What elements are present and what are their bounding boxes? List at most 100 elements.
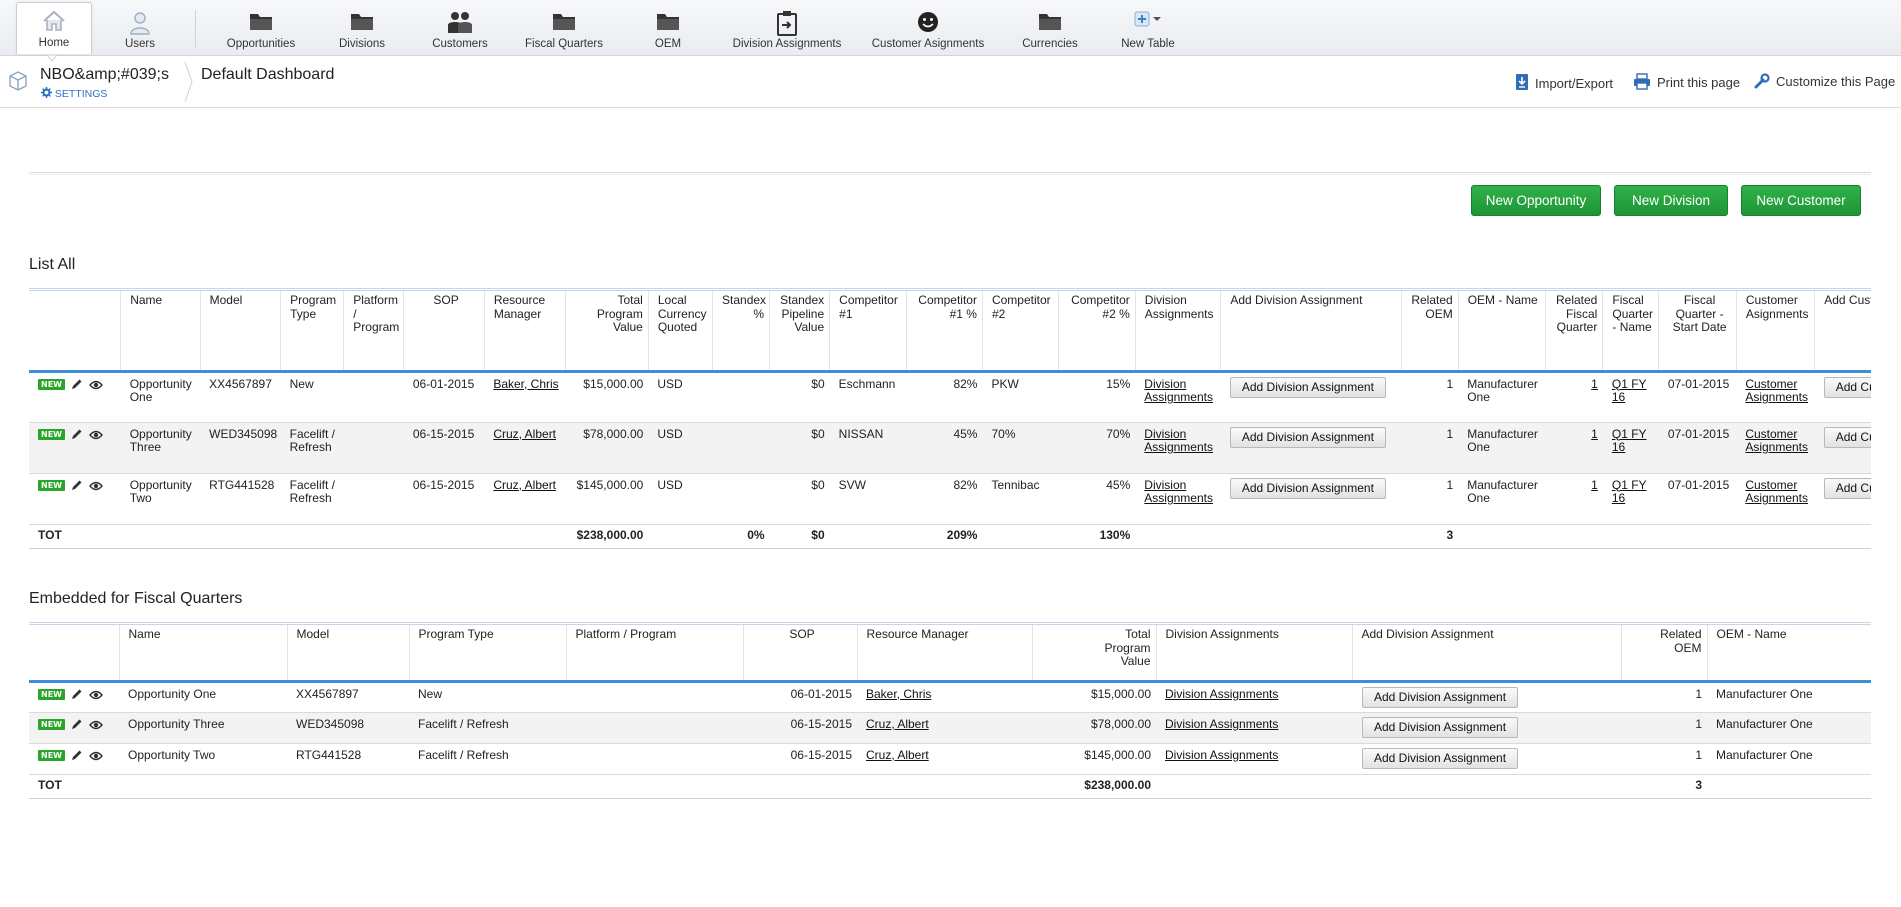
edit-icon[interactable] [71, 688, 83, 700]
add-division-assignment-button[interactable]: Add Division Assignment [1362, 716, 1519, 738]
view-icon[interactable] [89, 380, 103, 390]
add-division-assignment-button[interactable]: Add Division Assignment [1229, 477, 1386, 499]
edit-icon[interactable] [71, 378, 83, 390]
nav-opportunities[interactable]: Opportunities [216, 6, 306, 54]
cell-related-fq[interactable]: 1 [1545, 371, 1603, 423]
column-header[interactable]: Program Type [280, 291, 344, 373]
cell-division-assignments[interactable]: Division Assignments [1135, 422, 1221, 474]
column-header[interactable]: OEM - Name [1457, 291, 1546, 373]
cell-related-fq[interactable]: 1 [1545, 422, 1603, 474]
edit-icon[interactable] [71, 718, 83, 730]
cell-division-assignments[interactable]: Division Assignments [1156, 743, 1352, 775]
related-fq-link[interactable]: 1 [1591, 478, 1598, 492]
new-customer-button[interactable]: New Customer [1741, 185, 1861, 216]
cell-related-fq[interactable]: 1 [1545, 473, 1603, 525]
division-assignments-link[interactable]: Division Assignments [1165, 687, 1278, 701]
nav-customer-asignments[interactable]: Customer Asignments [868, 6, 988, 54]
cell-customer-asignments[interactable]: Customer Asignments [1736, 422, 1815, 474]
cell-resource-manager[interactable]: Baker, Chris [857, 681, 1032, 713]
nav-oem[interactable]: OEM [628, 6, 708, 54]
nav-division-assignments[interactable]: Division Assignments [726, 6, 848, 54]
view-icon[interactable] [89, 481, 103, 491]
add-customer-button[interactable]: Add Custom [1823, 477, 1871, 499]
nav-currencies[interactable]: Currencies [1008, 6, 1092, 54]
division-assignments-link[interactable]: Division Assignments [1165, 748, 1278, 762]
cell-division-assignments[interactable]: Division Assignments [1156, 681, 1352, 713]
column-header[interactable]: Related OEM [1400, 291, 1459, 373]
import-export-link[interactable]: Import/Export [1515, 73, 1613, 91]
column-header[interactable]: Fiscal Quarter - Name [1602, 291, 1659, 373]
nav-home[interactable]: Home [16, 2, 92, 54]
cell-division-assignments[interactable]: Division Assignments [1135, 473, 1221, 525]
column-header[interactable]: Related OEM [1620, 625, 1707, 683]
settings-link[interactable]: SETTINGS [41, 87, 107, 100]
cell-division-assignments[interactable]: Division Assignments [1135, 371, 1221, 423]
add-division-assignment-button[interactable]: Add Division Assignment [1229, 426, 1386, 448]
column-header[interactable]: Platform / Program [565, 625, 743, 683]
division-assignments-link[interactable]: Division Assignments [1144, 377, 1213, 405]
edit-icon[interactable] [71, 479, 83, 491]
fq-name-link[interactable]: Q1 FY 16 [1612, 377, 1647, 405]
nav-customers[interactable]: Customers [420, 6, 500, 54]
resource-manager-link[interactable]: Cruz, Albert [493, 478, 556, 492]
cell-resource-manager[interactable]: Cruz, Albert [857, 712, 1032, 744]
add-division-assignment-button[interactable]: Add Division Assignment [1362, 747, 1519, 769]
cell-resource-manager[interactable]: Cruz, Albert [857, 743, 1032, 775]
new-division-button[interactable]: New Division [1614, 185, 1728, 216]
column-header[interactable]: Add Customer [1814, 291, 1871, 373]
customer-asignments-link[interactable]: Customer Asignments [1745, 478, 1808, 506]
column-header[interactable]: Model [199, 291, 281, 373]
column-header[interactable]: Add Division Assignment [1220, 291, 1402, 373]
column-header[interactable]: Resource Manager [483, 291, 566, 373]
cell-customer-asignments[interactable]: Customer Asignments [1736, 371, 1815, 423]
column-header[interactable]: Local Currency Quoted [647, 291, 713, 373]
related-fq-link[interactable]: 1 [1591, 377, 1598, 391]
cell-customer-asignments[interactable]: Customer Asignments [1736, 473, 1815, 525]
column-header[interactable]: Standex Pipeline Value [769, 291, 830, 373]
column-header[interactable]: Resource Manager [856, 625, 1032, 683]
column-header[interactable]: OEM - Name [1706, 625, 1871, 683]
column-header[interactable]: Division Assignments [1155, 625, 1352, 683]
resource-manager-link[interactable]: Cruz, Albert [493, 427, 556, 441]
division-assignments-link[interactable]: Division Assignments [1144, 427, 1213, 455]
column-header[interactable]: SOP [742, 625, 857, 683]
column-header[interactable]: Fiscal Quarter - Start Date [1658, 291, 1737, 373]
view-icon[interactable] [89, 430, 103, 440]
view-icon[interactable] [89, 720, 103, 730]
column-header[interactable]: Program Type [408, 625, 566, 683]
fq-name-link[interactable]: Q1 FY 16 [1612, 478, 1647, 506]
nav-fiscal-quarters[interactable]: Fiscal Quarters [518, 6, 610, 54]
column-header[interactable]: Competitor #1 [829, 291, 907, 373]
division-assignments-link[interactable]: Division Assignments [1144, 478, 1213, 506]
customize-page-link[interactable]: Customize this Page [1754, 73, 1895, 89]
related-fq-link[interactable]: 1 [1591, 427, 1598, 441]
column-header[interactable]: Competitor #1 % [905, 291, 983, 373]
column-header[interactable]: Name [120, 291, 201, 373]
column-header[interactable]: Total Program Value [1031, 625, 1156, 683]
cell-resource-manager[interactable]: Cruz, Albert [484, 473, 566, 525]
new-opportunity-button[interactable]: New Opportunity [1471, 185, 1601, 216]
add-division-assignment-button[interactable]: Add Division Assignment [1362, 686, 1519, 708]
add-division-assignment-button[interactable]: Add Division Assignment [1229, 376, 1386, 398]
column-header[interactable]: Model [286, 625, 409, 683]
column-header[interactable]: Name [118, 625, 287, 683]
cell-division-assignments[interactable]: Division Assignments [1156, 712, 1352, 744]
resource-manager-link[interactable]: Baker, Chris [493, 377, 558, 391]
resource-manager-link[interactable]: Cruz, Albert [866, 717, 929, 731]
column-header[interactable]: Division Assignments [1134, 291, 1221, 373]
column-header[interactable]: Competitor #2 % [1058, 291, 1136, 373]
customer-asignments-link[interactable]: Customer Asignments [1745, 427, 1808, 455]
column-header[interactable]: Standex % [712, 291, 770, 373]
column-header[interactable]: Platform / Program [343, 291, 404, 373]
edit-icon[interactable] [71, 749, 83, 761]
view-icon[interactable] [89, 690, 103, 700]
column-header[interactable]: Total Program Value [565, 291, 649, 373]
nav-new-table[interactable]: New Table [1108, 6, 1188, 54]
edit-icon[interactable] [71, 428, 83, 440]
column-header[interactable]: Add Division Assignment [1351, 625, 1621, 683]
nav-divisions[interactable]: Divisions [322, 6, 402, 54]
fq-name-link[interactable]: Q1 FY 16 [1612, 427, 1647, 455]
print-page-link[interactable]: Print this page [1633, 73, 1740, 90]
cell-resource-manager[interactable]: Cruz, Albert [484, 422, 566, 474]
nav-users[interactable]: Users [100, 6, 180, 54]
